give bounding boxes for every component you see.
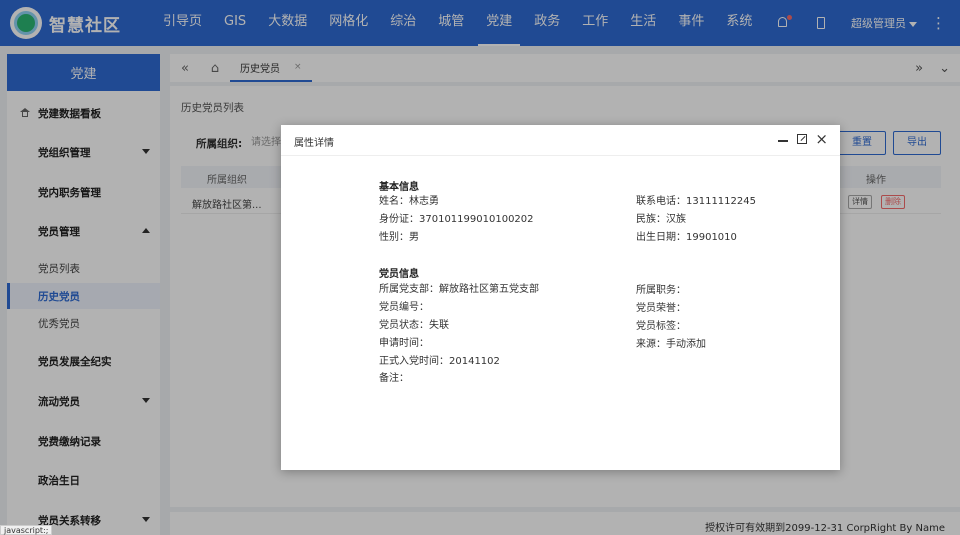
field-ethnicity: 民族：汉族: [636, 214, 686, 225]
field-remark: 备注：: [379, 373, 409, 384]
field-birthdate: 出生日期：19901010: [636, 232, 737, 243]
field-tags: 党员标签：: [636, 321, 686, 332]
field-gender: 性别：男: [379, 232, 419, 243]
detail-dialog: 属性详情 × 基本信息 姓名：林志勇 身份证：37010119901010020…: [281, 125, 840, 470]
field-member-no: 党员编号：: [379, 302, 429, 313]
field-name: 姓名：林志勇: [379, 196, 439, 207]
browser-status-text: javascript:;: [0, 525, 53, 535]
section-basic-title: 基本信息: [379, 182, 419, 193]
field-source: 来源：手动添加: [636, 339, 706, 350]
field-position: 所属职务：: [636, 285, 686, 296]
close-icon[interactable]: ×: [815, 132, 828, 147]
maximize-icon[interactable]: [797, 134, 808, 144]
dialog-controls: ×: [768, 132, 828, 147]
minimize-icon[interactable]: [778, 134, 789, 144]
field-branch: 所属党支部：解放路社区第五党支部: [379, 284, 539, 295]
field-status: 党员状态：失联: [379, 320, 449, 331]
field-honor: 党员荣誉：: [636, 303, 686, 314]
field-apply-time: 申请时间：: [379, 338, 429, 349]
dialog-title: 属性详情: [294, 138, 334, 149]
field-join-time: 正式入党时间：20141102: [379, 356, 500, 367]
field-id-card: 身份证：370101199010100202: [379, 214, 534, 225]
dialog-header: 属性详情 ×: [281, 125, 840, 156]
section-member-title: 党员信息: [379, 269, 419, 280]
field-phone: 联系电话：13111112245: [636, 196, 756, 207]
